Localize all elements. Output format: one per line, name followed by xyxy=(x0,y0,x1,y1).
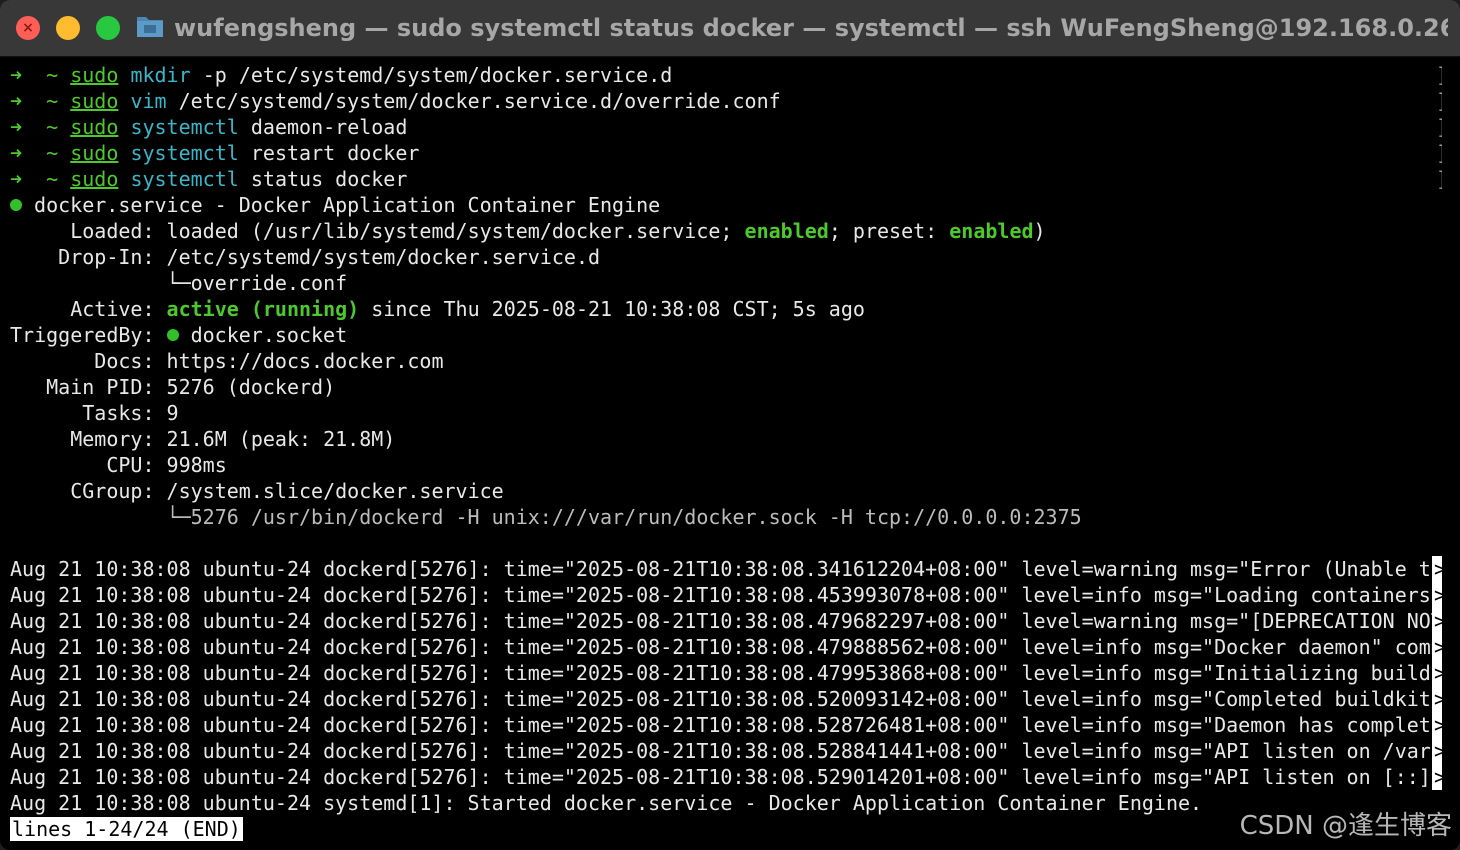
status-cgroup: CGroup: /system.slice/docker.service xyxy=(10,479,504,503)
status-cgroup-child: └─5276 /usr/bin/dockerd -H unix:///var/r… xyxy=(10,505,1082,529)
status-header: docker.service - Docker Application Cont… xyxy=(10,192,1442,218)
log-line: Aug 21 10:38:08 ubuntu-24 dockerd[5276]:… xyxy=(10,556,1442,582)
terminal-content[interactable]: [➜ ~ sudo mkdir -p /etc/systemd/system/d… xyxy=(10,62,1442,842)
status-triggered: TriggeredBy: docker.socket xyxy=(10,323,348,347)
log-line: Aug 21 10:38:08 ubuntu-24 dockerd[5276]:… xyxy=(10,712,1442,738)
command-line: [➜ ~ sudo systemctl status docker] xyxy=(10,166,1442,192)
log-line: Aug 21 10:38:08 ubuntu-24 dockerd[5276]:… xyxy=(10,686,1442,712)
log-line-final: Aug 21 10:38:08 ubuntu-24 systemd[1]: St… xyxy=(10,791,1203,815)
bracket-left: [ xyxy=(10,140,12,166)
command-line: [➜ ~ sudo systemctl daemon-reload] xyxy=(10,114,1442,140)
status-dot-icon xyxy=(10,199,22,211)
status-tasks: Tasks: 9 xyxy=(10,401,179,425)
status-memory: Memory: 21.6M (peak: 21.8M) xyxy=(10,427,396,451)
log-line: Aug 21 10:38:08 ubuntu-24 dockerd[5276]:… xyxy=(10,608,1442,634)
status-cpu: CPU: 998ms xyxy=(10,453,227,477)
bracket-right: ] xyxy=(1436,140,1442,166)
bracket-right: ] xyxy=(1436,88,1442,114)
bracket-left: [ xyxy=(10,88,12,114)
status-active: Active: active (running) since Thu 2025-… xyxy=(10,297,865,321)
status-dropin: Drop-In: /etc/systemd/system/docker.serv… xyxy=(10,245,601,269)
zoom-button[interactable] xyxy=(96,16,120,40)
status-docs: Docs: https://docs.docker.com xyxy=(10,349,444,373)
log-line: Aug 21 10:38:08 ubuntu-24 dockerd[5276]:… xyxy=(10,738,1442,764)
terminal-window: × wufengsheng — sudo systemctl status do… xyxy=(0,0,1460,850)
window-title: wufengsheng — sudo systemctl status dock… xyxy=(174,14,1448,42)
title-bar[interactable]: × wufengsheng — sudo systemctl status do… xyxy=(0,0,1460,57)
bracket-left: [ xyxy=(10,62,12,88)
pager-status[interactable]: lines 1-24/24 (END) xyxy=(10,816,1442,842)
bracket-right: ] xyxy=(1436,166,1442,192)
bracket-right: ] xyxy=(1436,114,1442,140)
close-button[interactable]: × xyxy=(16,16,40,40)
command-line: [➜ ~ sudo vim /etc/systemd/system/docker… xyxy=(10,88,1442,114)
bracket-left: [ xyxy=(10,166,12,192)
bracket-right: ] xyxy=(1436,62,1442,88)
status-mainpid: Main PID: 5276 (dockerd) xyxy=(10,375,336,399)
log-line: Aug 21 10:38:08 ubuntu-24 dockerd[5276]:… xyxy=(10,634,1442,660)
socket-dot-icon xyxy=(166,329,179,341)
close-icon: × xyxy=(22,20,34,36)
status-dropin-child: └─override.conf xyxy=(10,271,348,295)
minimize-button[interactable] xyxy=(56,16,80,40)
watermark: CSDN @逢生博客 xyxy=(1239,811,1452,841)
folder-icon xyxy=(137,17,163,37)
log-line: Aug 21 10:38:08 ubuntu-24 dockerd[5276]:… xyxy=(10,764,1442,790)
status-loaded: Loaded: loaded (/usr/lib/systemd/system/… xyxy=(10,219,1046,243)
bracket-left: [ xyxy=(10,114,12,140)
command-line: [➜ ~ sudo systemctl restart docker] xyxy=(10,140,1442,166)
log-line: Aug 21 10:38:08 ubuntu-24 dockerd[5276]:… xyxy=(10,582,1442,608)
command-line: [➜ ~ sudo mkdir -p /etc/systemd/system/d… xyxy=(10,62,1442,88)
log-line: Aug 21 10:38:08 ubuntu-24 dockerd[5276]:… xyxy=(10,660,1442,686)
